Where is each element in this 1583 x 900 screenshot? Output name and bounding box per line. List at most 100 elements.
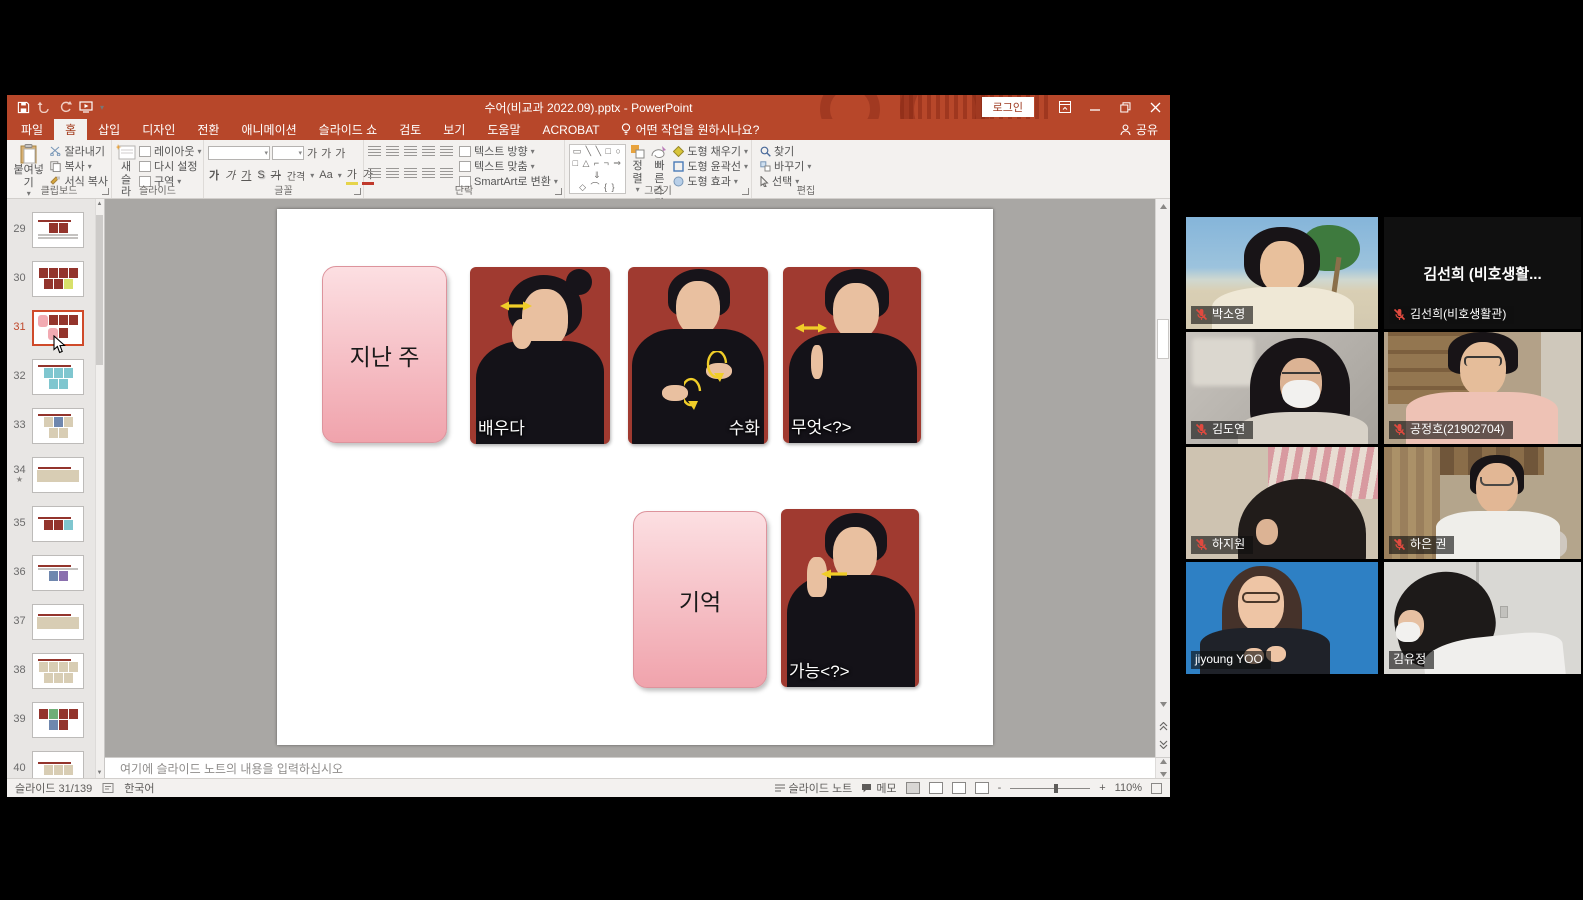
video-tile-kim-doyeon[interactable]: 김도연 <box>1186 332 1378 444</box>
dialog-launcher-icon[interactable] <box>555 188 562 195</box>
restore-icon[interactable] <box>1110 95 1140 119</box>
scroll-up-icon[interactable] <box>1156 199 1170 213</box>
video-tile-kim-yujung[interactable]: 김유정 <box>1384 562 1581 674</box>
text-shadow-button[interactable]: S <box>256 169 265 181</box>
italic-button[interactable]: 가 <box>224 167 236 183</box>
align-left-icon[interactable] <box>368 168 381 178</box>
bold-button[interactable]: 가 <box>208 167 220 183</box>
thumbnail-slide-37[interactable]: 37 <box>7 597 104 646</box>
font-size-combobox[interactable]: ▾ <box>272 146 304 160</box>
ribbon-display-options-icon[interactable] <box>1050 95 1080 119</box>
text-card-last-week[interactable]: 지난 주 <box>322 266 447 443</box>
tab-help[interactable]: 도움말 <box>476 119 531 140</box>
thumbnail-slide-32[interactable]: 32 <box>7 352 104 401</box>
dialog-launcher-icon[interactable] <box>742 188 749 195</box>
copy-button[interactable]: 복사▾ <box>50 159 108 173</box>
thumbnail-scrollbar-thumb[interactable] <box>96 215 103 365</box>
scroll-down-icon[interactable]: ▼ <box>95 768 104 778</box>
cut-button[interactable]: 잘라내기 <box>50 144 108 158</box>
scroll-down-icon[interactable] <box>1156 697 1170 711</box>
video-tile-park-soyoung[interactable]: 박소영 <box>1186 217 1378 329</box>
vertical-scrollbar[interactable] <box>1155 199 1170 757</box>
comments-button[interactable]: 메모 <box>861 780 896 796</box>
notes-pane[interactable]: 여기에 슬라이드 노트의 내용을 입력하십시오 <box>105 757 1170 778</box>
tab-home[interactable]: 홈 <box>54 119 87 140</box>
font-name-combobox[interactable]: ▾ <box>208 146 270 160</box>
thumbnail-slide-29[interactable]: 29 <box>7 205 104 254</box>
layout-button[interactable]: 레이아웃▾ <box>139 144 202 158</box>
reading-view-button[interactable] <box>952 782 966 794</box>
text-direction-button[interactable]: 텍스트 방향▾ <box>459 144 558 158</box>
tab-design[interactable]: 디자인 <box>131 119 186 140</box>
tell-me-box[interactable]: 어떤 작업을 원하시나요? <box>611 119 770 140</box>
zoom-in-button[interactable]: + <box>1099 782 1105 794</box>
login-button[interactable]: 로그인 <box>982 97 1034 117</box>
video-tile-gong-jungho[interactable]: 공정호(21902704) <box>1384 332 1581 444</box>
slide-number-indicator[interactable]: 슬라이드 31/139 <box>15 780 92 796</box>
replace-button[interactable]: 바꾸기▾ <box>760 159 857 173</box>
thumbnail-slide-39[interactable]: 39 <box>7 695 104 744</box>
justify-icon[interactable] <box>422 168 435 178</box>
tab-review[interactable]: 검토 <box>388 119 432 140</box>
clear-formatting-button[interactable]: 가 <box>334 145 346 161</box>
strikethrough-button[interactable]: 가 <box>270 167 282 183</box>
zoom-out-button[interactable]: - <box>998 782 1002 794</box>
notes-scrollbar[interactable] <box>1155 758 1170 778</box>
shape-fill-button[interactable]: 도형 채우기▾ <box>673 144 748 158</box>
text-card-memory[interactable]: 기억 <box>633 511 767 688</box>
thumbnail-slide-40[interactable]: 40 <box>7 744 104 778</box>
next-slide-icon[interactable] <box>1156 737 1170 751</box>
thumbnail-slide-38[interactable]: 38 <box>7 646 104 695</box>
thumbnail-slide-36[interactable]: 36 <box>7 548 104 597</box>
line-spacing-icon[interactable] <box>440 146 453 156</box>
tab-view[interactable]: 보기 <box>432 119 476 140</box>
normal-view-button[interactable] <box>906 782 920 794</box>
zoom-slider-thumb[interactable] <box>1054 784 1058 793</box>
slideshow-view-button[interactable] <box>975 782 989 794</box>
shrink-font-button[interactable]: 가 <box>320 145 332 161</box>
dialog-launcher-icon[interactable] <box>354 188 361 195</box>
minimize-icon[interactable] <box>1080 95 1110 119</box>
previous-slide-icon[interactable] <box>1156 719 1170 733</box>
tab-insert[interactable]: 삽입 <box>87 119 131 140</box>
bullets-icon[interactable] <box>368 146 381 156</box>
grow-font-button[interactable]: 가 <box>306 145 318 161</box>
accessibility-icon[interactable] <box>102 782 114 794</box>
slide-sorter-view-button[interactable] <box>929 782 943 794</box>
video-tile-kim-sunhee[interactable]: 김선희 (비호생활... 김선희(비호생활관) <box>1384 217 1581 329</box>
reset-button[interactable]: 다시 설정 <box>139 159 202 173</box>
close-icon[interactable] <box>1140 95 1170 119</box>
scroll-up-icon[interactable]: ▲ <box>95 199 104 209</box>
zoom-slider[interactable] <box>1010 788 1090 789</box>
columns-icon[interactable] <box>440 168 453 178</box>
shape-outline-button[interactable]: 도형 윤곽선▾ <box>673 159 748 173</box>
tab-slideshow[interactable]: 슬라이드 쇼 <box>308 119 389 140</box>
align-center-icon[interactable] <box>386 168 399 178</box>
find-button[interactable]: 찾기 <box>760 144 857 158</box>
underline-button[interactable]: 가 <box>240 167 252 183</box>
tab-transitions[interactable]: 전환 <box>186 119 230 140</box>
character-spacing-button[interactable]: 간격 <box>286 168 306 183</box>
dialog-launcher-icon[interactable] <box>102 188 109 195</box>
tab-animations[interactable]: 애니메이션 <box>230 119 307 140</box>
increase-indent-icon[interactable] <box>422 146 435 156</box>
share-button[interactable]: 공유 <box>1108 119 1170 140</box>
save-icon[interactable] <box>17 101 30 114</box>
numbering-icon[interactable] <box>386 146 399 156</box>
sign-photo-sign-language[interactable]: 수화 <box>628 267 768 444</box>
thumbnail-slide-30[interactable]: 30 <box>7 254 104 303</box>
fit-slide-to-window-button[interactable] <box>1151 783 1162 794</box>
tab-file[interactable]: 파일 <box>10 119 54 140</box>
zoom-level[interactable]: 110% <box>1115 782 1142 794</box>
notes-toggle-button[interactable]: 슬라이드 노트 <box>775 780 853 796</box>
thumbnail-slide-34[interactable]: 34★ <box>7 450 104 499</box>
sign-photo-what[interactable]: 무엇<?> <box>783 267 921 443</box>
video-tile-ha-jiwon[interactable]: 하지원 <box>1186 447 1378 559</box>
decrease-indent-icon[interactable] <box>404 146 417 156</box>
language-indicator[interactable]: 한국어 <box>124 780 154 796</box>
thumbnail-slide-35[interactable]: 35 <box>7 499 104 548</box>
align-text-button[interactable]: 텍스트 맞춤▾ <box>459 159 558 173</box>
video-tile-haeun-kwon[interactable]: 하은 권 <box>1384 447 1581 559</box>
thumbnail-slide-33[interactable]: 33 <box>7 401 104 450</box>
change-case-button[interactable]: Aa <box>318 169 333 181</box>
